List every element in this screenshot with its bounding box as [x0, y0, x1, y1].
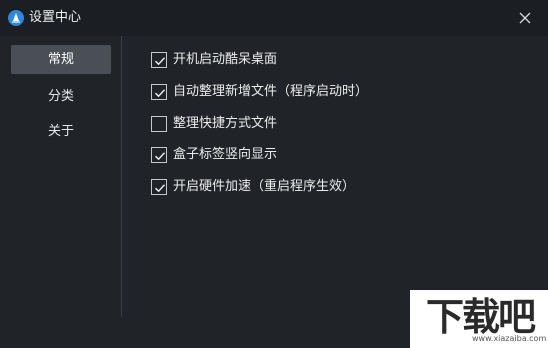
watermark-logo: 下载吧 [426, 294, 536, 339]
sidebar-item-category[interactable]: 分类 [11, 82, 111, 111]
auto-organize-checkbox[interactable] [151, 84, 167, 100]
hardware-acceleration-checkbox[interactable] [151, 179, 167, 195]
close-button[interactable] [512, 5, 538, 31]
option-label: 开机启动酷呆桌面 [173, 52, 278, 67]
check-icon [154, 184, 166, 193]
sidebar-item-general[interactable]: 常规 [11, 45, 111, 74]
sidebar-item-about[interactable]: 关于 [11, 117, 111, 146]
check-icon [154, 89, 166, 98]
autostart-checkbox[interactable] [151, 52, 167, 68]
sidebar [0, 36, 121, 318]
boat-icon [8, 10, 24, 26]
watermark-url: www.xiazaiba.com [472, 334, 547, 343]
option-label: 盒子标签竖向显示 [173, 147, 278, 162]
sidebar-divider [121, 36, 122, 317]
title-bar: 设置中心 [0, 0, 548, 36]
vertical-tabs-checkbox[interactable] [151, 147, 167, 163]
option-label: 整理快捷方式文件 [173, 116, 278, 131]
check-icon [154, 152, 166, 161]
option-label: 自动整理新增文件（程序启动时） [173, 84, 369, 99]
window-title: 设置中心 [29, 10, 82, 25]
option-label: 开启硬件加速（重启程序生效） [173, 179, 356, 194]
settings-window: 设置中心 常规 分类 关于 开机启动酷呆桌面 自动整理新增文件（程序启动时） 整… [0, 0, 548, 348]
check-icon [154, 57, 166, 66]
organize-shortcuts-checkbox[interactable] [151, 116, 167, 132]
watermark: 下载吧 www.xiazaiba.com [410, 290, 548, 348]
close-icon [519, 12, 531, 24]
